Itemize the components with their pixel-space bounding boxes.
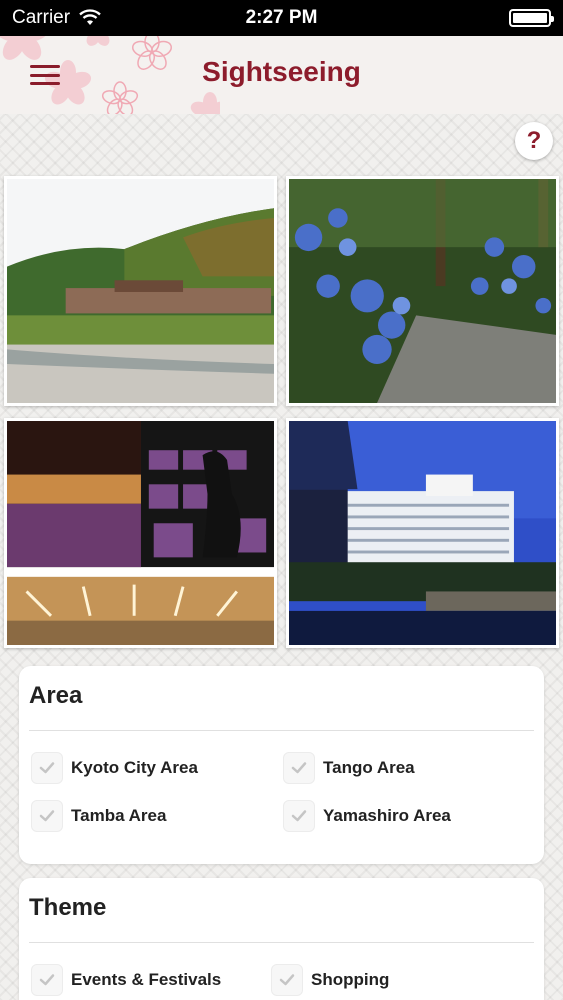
theme-option-events-festivals[interactable]: Events & Festivals <box>31 964 221 996</box>
checkbox-check-icon[interactable] <box>31 752 63 784</box>
checkbox-check-icon[interactable] <box>31 800 63 832</box>
option-label: Tango Area <box>323 758 415 777</box>
photo-lit-exhibition-hall[interactable] <box>4 418 277 648</box>
option-label: Yamashiro Area <box>323 806 451 825</box>
area-filter-card: Area Kyoto City Area Tango Area Tamba Ar… <box>19 666 544 864</box>
theme-section-title: Theme <box>29 894 107 921</box>
page-title: Sightseeing <box>202 56 361 87</box>
theme-option-shopping[interactable]: Shopping <box>271 964 389 996</box>
divider <box>29 730 534 731</box>
theme-filter-card: Theme Events & Festivals Shopping <box>19 878 544 1000</box>
checkbox-check-icon[interactable] <box>31 964 63 996</box>
photo-hotel-by-castle[interactable] <box>286 418 559 648</box>
area-option-tamba[interactable]: Tamba Area <box>31 800 166 832</box>
option-label: Kyoto City Area <box>71 758 198 777</box>
area-option-tango[interactable]: Tango Area <box>283 752 415 784</box>
battery-icon <box>509 9 554 27</box>
option-label: Tamba Area <box>71 806 167 825</box>
status-bar: Carrier 2:27 PM <box>0 0 563 36</box>
area-option-kyoto-city[interactable]: Kyoto City Area <box>31 752 198 784</box>
divider <box>29 942 534 943</box>
photo-riverside-village[interactable] <box>4 176 277 406</box>
photo-hydrangea-path[interactable] <box>286 176 559 406</box>
area-section-title: Area <box>29 682 83 709</box>
option-label: Shopping <box>311 970 390 989</box>
checkbox-check-icon[interactable] <box>283 752 315 784</box>
option-label: Events & Festivals <box>71 970 222 989</box>
carrier-label: Carrier <box>12 7 71 28</box>
app-header: Sightseeing <box>0 36 563 114</box>
help-button[interactable]: ? <box>515 122 553 160</box>
checkbox-check-icon[interactable] <box>271 964 303 996</box>
area-option-yamashiro[interactable]: Yamashiro Area <box>283 800 451 832</box>
checkbox-check-icon[interactable] <box>283 800 315 832</box>
wifi-icon <box>79 9 101 25</box>
